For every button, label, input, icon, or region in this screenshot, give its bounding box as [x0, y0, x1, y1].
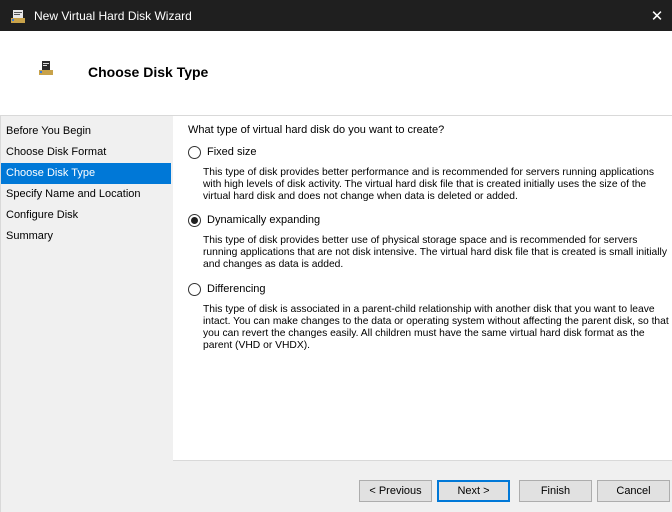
virtual-disk-wizard-icon: [11, 9, 25, 23]
fixed-size-radio-row[interactable]: Fixed size: [188, 144, 672, 160]
finish-button[interactable]: Finish: [519, 480, 592, 502]
sidebar-item-choose-disk-type[interactable]: Choose Disk Type: [1, 163, 171, 184]
differencing-radio[interactable]: [188, 282, 201, 296]
disk-type-question: What type of virtual hard disk do you wa…: [188, 124, 445, 136]
fixed-size-description: This type of disk provides better perfor…: [203, 167, 654, 202]
sidebar-item-specify-name-and-location[interactable]: Specify Name and Location: [1, 184, 171, 205]
sidebar-item-choose-disk-format[interactable]: Choose Disk Format: [1, 142, 171, 163]
virtual-disk-icon: [39, 61, 53, 75]
step-list: Before You Begin Choose Disk Format Choo…: [1, 121, 173, 247]
option-differencing: Differencing This type of disk is associ…: [188, 281, 672, 352]
differencing-radio-row[interactable]: Differencing: [188, 281, 672, 297]
option-dynamically-expanding: Dynamically expanding This type of disk …: [188, 212, 672, 271]
cancel-button[interactable]: Cancel: [597, 480, 670, 502]
page-header: Choose Disk Type: [0, 31, 672, 116]
sidebar-item-summary[interactable]: Summary: [1, 226, 171, 247]
wizard-steps-sidebar: Before You Begin Choose Disk Format Choo…: [0, 116, 173, 512]
title-bar: New Virtual Hard Disk Wizard ✕: [0, 0, 672, 31]
fixed-size-radio[interactable]: [188, 145, 201, 159]
page-title: Choose Disk Type: [88, 64, 209, 80]
previous-button[interactable]: < Previous: [359, 480, 432, 502]
next-button[interactable]: Next >: [437, 480, 510, 502]
dynamically-expanding-description: This type of disk provides better use of…: [203, 235, 667, 270]
sidebar-item-before-you-begin[interactable]: Before You Begin: [1, 121, 171, 142]
sidebar-item-configure-disk[interactable]: Configure Disk: [1, 205, 171, 226]
option-fixed-size: Fixed size This type of disk provides be…: [188, 144, 672, 203]
main-content: What type of virtual hard disk do you wa…: [173, 116, 672, 460]
fixed-size-label[interactable]: Fixed size: [207, 146, 257, 158]
dynamically-expanding-radio[interactable]: [188, 213, 201, 227]
differencing-description: This type of disk is associated in a par…: [203, 304, 669, 351]
dynamically-expanding-label[interactable]: Dynamically expanding: [207, 214, 320, 226]
dynamically-expanding-radio-row[interactable]: Dynamically expanding: [188, 212, 672, 228]
close-icon[interactable]: ✕: [642, 0, 672, 31]
differencing-label[interactable]: Differencing: [207, 283, 266, 295]
wizard-footer: < Previous Next > Finish Cancel: [173, 460, 672, 512]
window-title: New Virtual Hard Disk Wizard: [34, 8, 192, 23]
